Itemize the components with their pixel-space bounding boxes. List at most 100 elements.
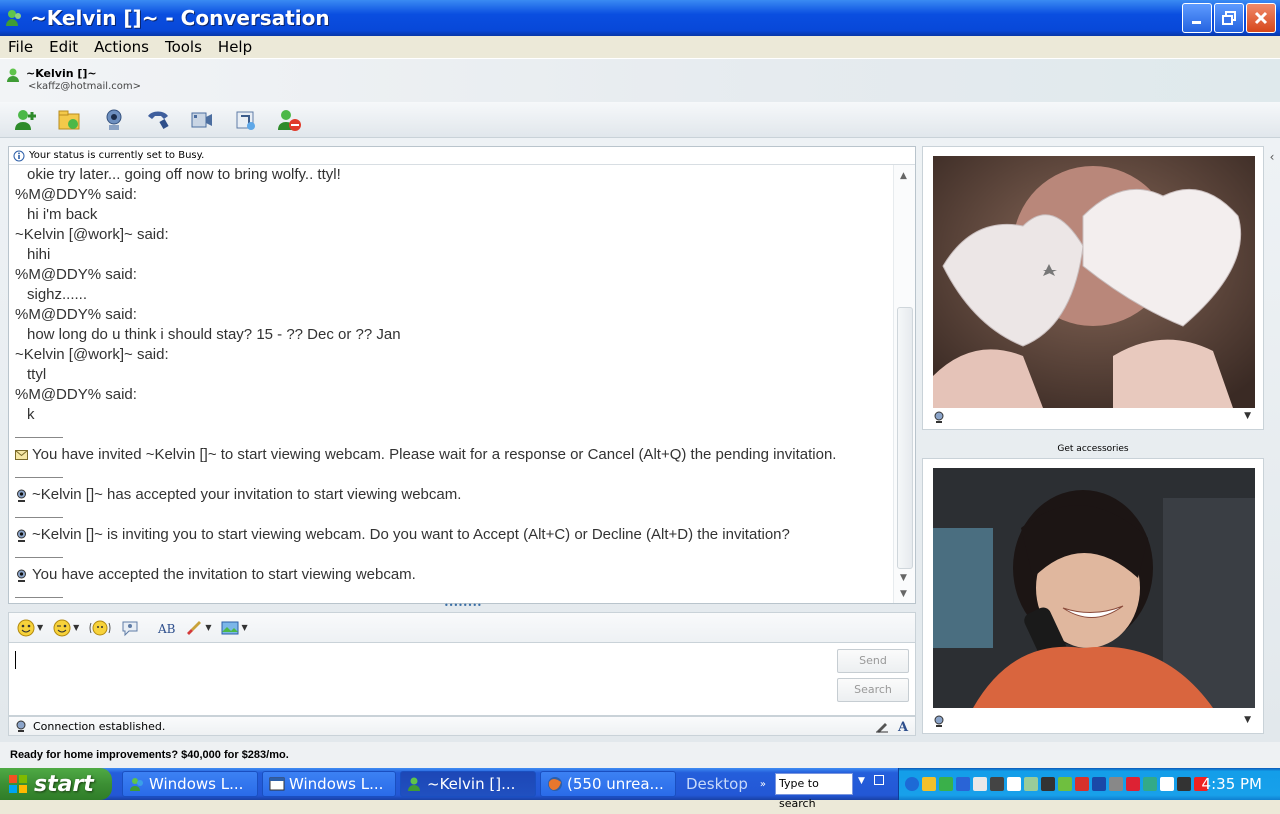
- scroll-end-icon[interactable]: ▼: [900, 589, 907, 599]
- start-button[interactable]: start: [0, 768, 112, 800]
- desktop-label: Desktop: [686, 775, 748, 793]
- scrollbar-thumb[interactable]: [897, 307, 913, 569]
- tray-printer-icon[interactable]: [973, 777, 987, 791]
- font-icon: AB: [157, 622, 175, 636]
- call-button[interactable]: [144, 107, 172, 133]
- message-history[interactable]: okie try later... going off now to bring…: [9, 165, 893, 603]
- menu-edit[interactable]: Edit: [41, 38, 86, 56]
- system-message-text: ~Kelvin []~ has accepted your invitation…: [32, 486, 462, 503]
- picture-icon: [221, 621, 239, 634]
- send-files-button[interactable]: [56, 107, 84, 133]
- message-text: how long do u think i should stay? 15 - …: [27, 326, 401, 343]
- webcam-footer: ▼: [933, 411, 1255, 425]
- clock[interactable]: 4:35 PM: [1202, 768, 1262, 800]
- minimize-button[interactable]: [1182, 3, 1212, 33]
- tray-volume-icon[interactable]: [1160, 777, 1174, 791]
- tray-alert-icon[interactable]: [1126, 777, 1140, 791]
- windows-logo-icon: [9, 775, 27, 793]
- advertisement-bar[interactable]: Ready for home improvements? $40,000 for…: [0, 742, 1280, 768]
- scroll-down-icon[interactable]: ▼: [900, 573, 907, 583]
- tray-bluetooth-icon[interactable]: [956, 777, 970, 791]
- voice-clip-button[interactable]: [121, 619, 139, 637]
- tray-task-icon[interactable]: [1007, 777, 1021, 791]
- menu-help[interactable]: Help: [210, 38, 260, 56]
- menu-file[interactable]: File: [0, 38, 41, 56]
- contact-name[interactable]: ~Kelvin []~: [26, 67, 97, 80]
- tray-phone-icon[interactable]: [1177, 777, 1191, 791]
- tray-camera-icon[interactable]: [990, 777, 1004, 791]
- contact-status-icon: [7, 68, 19, 82]
- messenger-icon: [6, 10, 21, 26]
- wink-button[interactable]: ▼: [53, 619, 79, 637]
- webcam-button[interactable]: [100, 107, 128, 133]
- tray-update-icon[interactable]: [1075, 777, 1089, 791]
- taskbar-item-windows-live-1[interactable]: Windows L...: [122, 771, 258, 797]
- title-bar[interactable]: ~Kelvin []~ - Conversation: [0, 0, 1280, 36]
- tray-expand-icon[interactable]: [905, 777, 919, 791]
- activities-icon: [236, 111, 255, 130]
- taskbar-search-input[interactable]: Type to search: [775, 773, 853, 810]
- tray-norton-icon[interactable]: [922, 777, 936, 791]
- menu-actions[interactable]: Actions: [86, 38, 157, 56]
- message-text: okie try later... going off now to bring…: [27, 166, 341, 183]
- webcam-small-icon: [17, 489, 26, 502]
- minimize-icon: [1192, 21, 1201, 24]
- webcam-icon: [106, 109, 122, 130]
- webcam-options-dropdown[interactable]: ▼: [1244, 715, 1251, 725]
- collapse-sidebar-button[interactable]: ‹: [1266, 150, 1278, 172]
- close-icon: [1254, 11, 1268, 25]
- voice-clip-icon: [122, 621, 138, 636]
- text-mode-icon[interactable]: A: [897, 719, 911, 733]
- chevron-down-icon: ▼: [241, 623, 248, 632]
- maximize-button[interactable]: [1214, 3, 1244, 33]
- tray-security-icon[interactable]: [1058, 777, 1072, 791]
- theme-button[interactable]: ▼: [221, 619, 248, 637]
- system-message: ~Kelvin []~ has accepted your invitation…: [9, 485, 893, 505]
- message-input-caret[interactable]: [15, 651, 16, 669]
- restore-icon: [1222, 11, 1236, 25]
- nudge-button[interactable]: [89, 619, 111, 637]
- get-accessories-link[interactable]: Get accessories: [922, 444, 1264, 454]
- wink-icon: [53, 619, 71, 636]
- window-title: ~Kelvin []~ - Conversation: [30, 6, 330, 30]
- tray-monitor-icon[interactable]: [1041, 777, 1055, 791]
- info-icon: [13, 150, 25, 161]
- desktop-toolbar[interactable]: Desktop »: [680, 768, 770, 800]
- show-desktop-icon[interactable]: [874, 775, 884, 785]
- tray-sync-icon[interactable]: [1143, 777, 1157, 791]
- separator: [9, 505, 893, 525]
- pane-splitter[interactable]: ••••••••: [444, 602, 482, 610]
- tray-messenger-icon[interactable]: [939, 777, 953, 791]
- chat-history-panel: Your status is currently set to Busy. ok…: [8, 146, 916, 604]
- taskbar-item-firefox[interactable]: (550 unrea...: [540, 771, 676, 797]
- tray-network-icon[interactable]: [1024, 777, 1038, 791]
- history-scrollbar[interactable]: ▲ ▼ ▼: [893, 165, 915, 603]
- search-button[interactable]: Search: [837, 678, 909, 702]
- search-options-icon[interactable]: ▼: [858, 776, 865, 786]
- emoticon-button[interactable]: ▼: [17, 619, 43, 637]
- activities-button[interactable]: [232, 107, 260, 133]
- webcam-options-dropdown[interactable]: ▼: [1244, 411, 1251, 421]
- taskbar-item-conversation[interactable]: ~Kelvin []...: [400, 771, 536, 797]
- tray-drive-icon[interactable]: [1109, 777, 1123, 791]
- font-button[interactable]: AB: [157, 619, 175, 637]
- handwriting-icon[interactable]: [875, 719, 889, 733]
- invite-contact-icon: [15, 109, 36, 130]
- block-button[interactable]: [276, 107, 304, 133]
- contact-header: ~Kelvin []~ <kaffz@hotmail.com>: [0, 58, 1280, 102]
- video-call-button[interactable]: [188, 107, 216, 133]
- send-button[interactable]: Send: [837, 649, 909, 673]
- webcam-small-icon: [934, 411, 944, 423]
- scroll-up-icon[interactable]: ▲: [900, 171, 907, 181]
- close-button[interactable]: [1246, 3, 1276, 33]
- menu-tools[interactable]: Tools: [157, 38, 210, 56]
- invite-contact-button[interactable]: [12, 107, 40, 133]
- webcam-small-icon: [934, 715, 944, 727]
- ad-text[interactable]: Ready for home improvements? $40,000 for…: [10, 749, 289, 761]
- action-toolbar: [0, 102, 1280, 138]
- svg-text:AB: AB: [157, 622, 175, 636]
- tray-wireless-icon[interactable]: [1092, 777, 1106, 791]
- background-button[interactable]: ▼: [185, 619, 211, 637]
- message-text: k: [27, 406, 35, 423]
- taskbar-item-windows-live-2[interactable]: Windows L...: [262, 771, 396, 797]
